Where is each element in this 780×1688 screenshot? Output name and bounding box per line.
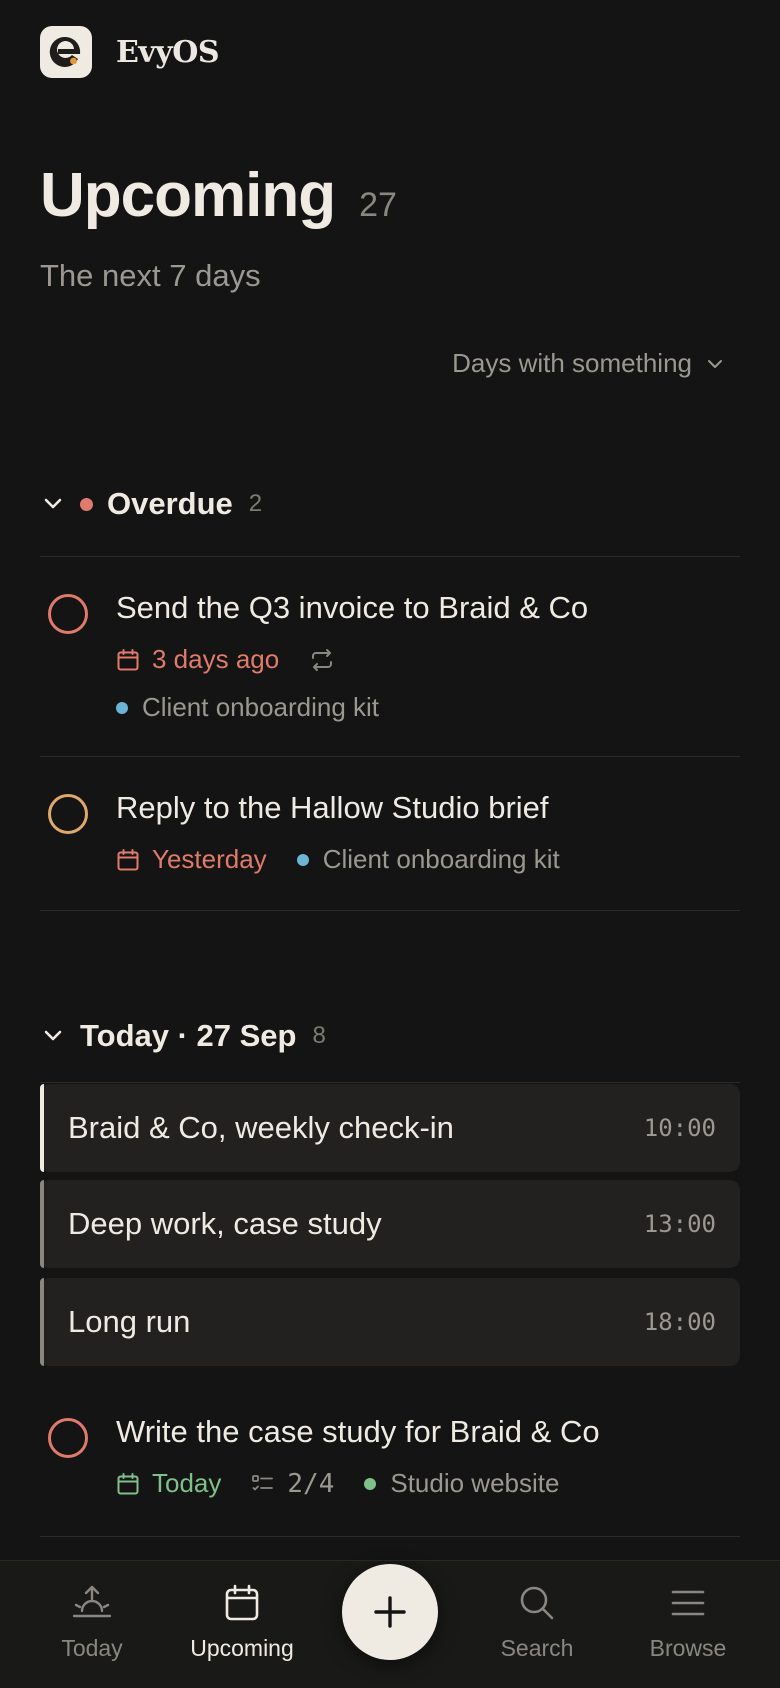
task-title: Send the Q3 invoice to Braid & Co — [116, 590, 589, 625]
divider — [40, 756, 740, 757]
event-title: Deep work, case study — [68, 1206, 382, 1241]
nav-today[interactable]: Today — [17, 1583, 167, 1662]
page-count: 27 — [359, 186, 397, 224]
search-icon — [520, 1586, 554, 1620]
project-dot-icon — [364, 1477, 377, 1490]
repeat-icon — [309, 648, 335, 672]
task-item[interactable]: Reply to the Hallow Studio brief Yesterd… — [40, 790, 740, 880]
task-checkbox[interactable] — [48, 1418, 88, 1458]
calendar-icon — [116, 1472, 140, 1496]
filter-dropdown[interactable]: Days with something — [452, 348, 724, 379]
collapse-chevron-icon[interactable] — [40, 1023, 66, 1049]
due-date: Today — [152, 1468, 222, 1498]
section-header-overdue[interactable]: Overdue 2 — [40, 486, 262, 522]
event-title: Long run — [68, 1304, 191, 1339]
menu-icon — [671, 1590, 705, 1616]
section-title: Overdue — [107, 486, 233, 521]
divider — [40, 1536, 740, 1537]
sunrise-icon — [72, 1585, 112, 1618]
overdue-dot-icon — [80, 497, 93, 511]
task-project-row: Client onboarding kit — [116, 692, 379, 723]
calendar-icon — [116, 848, 140, 872]
section-count: 8 — [312, 1022, 326, 1049]
project-dot-icon — [116, 701, 128, 714]
brand-header: EvyOS — [40, 26, 220, 78]
nav-label: Today — [61, 1635, 123, 1661]
task-title: Write the case study for Braid & Co — [116, 1414, 600, 1449]
upcoming-screen: EvyOS Upcoming 27 The next 7 days Days w… — [0, 0, 780, 1688]
nav-label: Search — [500, 1635, 574, 1661]
nav-search[interactable]: Search — [462, 1583, 612, 1662]
page-title-row: Upcoming 27 — [40, 160, 397, 231]
collapse-chevron-icon[interactable] — [40, 491, 66, 517]
event-time: 18:00 — [643, 1308, 716, 1336]
task-due-row: 3 days ago — [116, 644, 347, 675]
event-time: 13:00 — [643, 1210, 716, 1238]
calendar-event[interactable]: Braid & Co, weekly check-in 10:00 — [40, 1084, 740, 1172]
section-count: 2 — [248, 490, 263, 517]
due-date: Yesterday — [152, 844, 267, 874]
calendar-event[interactable]: Long run 18:00 — [40, 1278, 740, 1366]
calendar-icon — [225, 1584, 259, 1621]
task-title: Reply to the Hallow Studio brief — [116, 790, 549, 825]
event-title: Braid & Co, weekly check-in — [68, 1110, 454, 1145]
nav-label: Browse — [649, 1635, 727, 1661]
add-task-button[interactable] — [342, 1564, 438, 1660]
evy-logo-icon — [49, 36, 81, 67]
event-time: 10:00 — [643, 1114, 716, 1142]
calendar-event[interactable]: Deep work, case study 13:00 — [40, 1180, 740, 1268]
app-logo[interactable] — [40, 26, 92, 78]
section-header-today[interactable]: Today · 27 Sep 8 — [40, 1018, 326, 1054]
task-meta-row: Today 2/4 Studio website — [116, 1468, 559, 1499]
task-checkbox[interactable] — [48, 594, 88, 634]
task-item[interactable]: Send the Q3 invoice to Braid & Co 3 days… — [40, 590, 740, 723]
app-name: EvyOS — [116, 34, 220, 70]
nav-label: Upcoming — [190, 1635, 294, 1661]
task-checkbox[interactable] — [48, 794, 88, 834]
project-name[interactable]: Client onboarding kit — [323, 844, 560, 875]
chevron-down-icon — [708, 359, 722, 368]
plus-icon — [374, 1596, 406, 1628]
page-subtitle: The next 7 days — [40, 258, 261, 293]
due-date: 3 days ago — [152, 644, 280, 674]
divider — [40, 1082, 740, 1083]
task-meta-row: Yesterday Client onboarding kit — [116, 844, 560, 875]
nav-upcoming[interactable]: Upcoming — [167, 1583, 317, 1662]
nav-browse[interactable]: Browse — [613, 1583, 763, 1662]
page-title: Upcoming — [40, 161, 336, 230]
task-item[interactable]: Write the case study for Braid & Co Toda… — [40, 1414, 740, 1504]
project-dot-icon — [296, 853, 309, 866]
filter-label: Days with something — [452, 348, 692, 378]
calendar-icon — [116, 648, 140, 672]
divider — [40, 556, 740, 557]
subtask-progress: 2/4 — [287, 1468, 335, 1499]
project-name[interactable]: Studio website — [390, 1468, 559, 1499]
divider — [40, 910, 740, 911]
section-title: Today · 27 Sep — [80, 1018, 297, 1053]
project-name[interactable]: Client onboarding kit — [142, 692, 379, 723]
subtasks-icon — [251, 1472, 275, 1496]
